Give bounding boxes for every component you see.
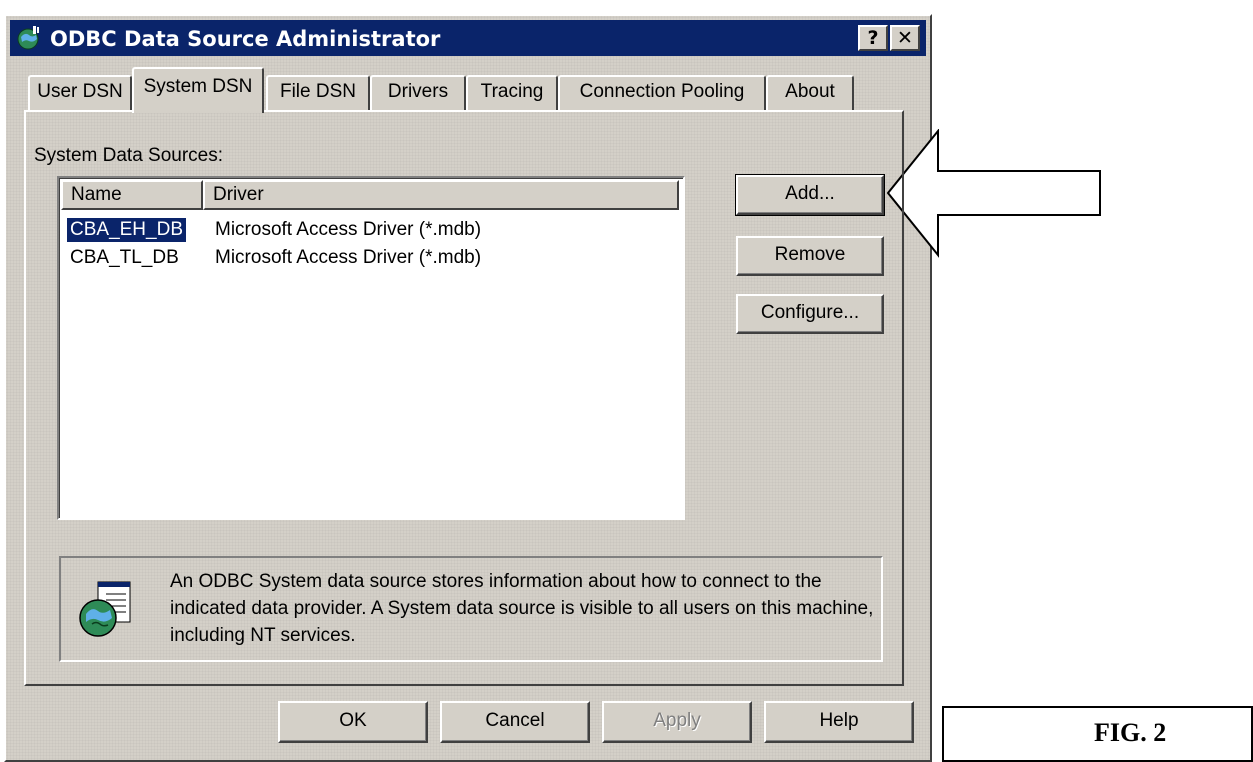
title-bar[interactable]: ODBC Data Source Administrator ? ✕ — [10, 20, 926, 56]
cancel-button[interactable]: Cancel — [440, 701, 590, 743]
tab-user-dsn[interactable]: User DSN — [28, 75, 132, 110]
odbc-globe-icon — [17, 26, 39, 50]
tab-connection-pooling[interactable]: Connection Pooling — [558, 75, 766, 110]
window-title: ODBC Data Source Administrator — [50, 27, 441, 51]
pointer-arrow — [886, 129, 1101, 258]
tab-system-dsn[interactable]: System DSN — [132, 67, 264, 113]
apply-button[interactable]: Apply — [602, 701, 752, 743]
help-button[interactable]: Help — [764, 701, 914, 743]
help-title-button[interactable]: ? — [858, 25, 888, 51]
tab-file-dsn[interactable]: File DSN — [266, 75, 370, 110]
close-button[interactable]: ✕ — [890, 25, 920, 51]
tab-about[interactable]: About — [766, 75, 854, 110]
tab-tracing[interactable]: Tracing — [466, 75, 558, 110]
figure-label-box: FIG. 2 — [942, 706, 1253, 762]
figure-label: FIG. 2 — [1094, 718, 1167, 747]
tab-drivers[interactable]: Drivers — [370, 75, 466, 110]
ok-button[interactable]: OK — [278, 701, 428, 743]
system-dsn-panel — [24, 110, 904, 686]
